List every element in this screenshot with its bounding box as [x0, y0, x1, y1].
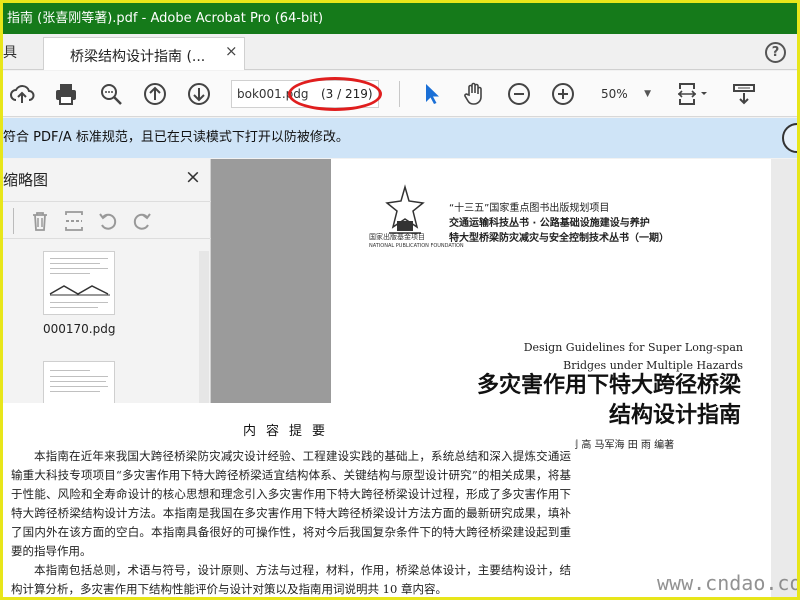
tab-tools[interactable]: 具 — [3, 42, 17, 62]
rotate-right-icon[interactable] — [131, 210, 153, 232]
tab-document[interactable]: 桥梁结构设计指南 (... — [43, 37, 245, 70]
title-bar: 指南 (张喜刚等著).pdf - Adobe Acrobat Pro (64-b… — [3, 3, 797, 34]
fit-page-icon[interactable] — [675, 81, 711, 107]
close-icon[interactable]: × — [185, 166, 201, 188]
zoom-level: 50% — [601, 87, 628, 101]
rotate-left-icon[interactable] — [97, 210, 119, 232]
thumbnails-toolbar — [3, 201, 211, 239]
zoom-search-icon[interactable] — [98, 81, 124, 107]
tab-document-label: 桥梁结构设计指南 (... — [70, 49, 206, 65]
tab-close-icon[interactable]: × — [225, 42, 238, 60]
zoom-out-icon[interactable] — [506, 81, 532, 107]
page-thumbnail[interactable] — [43, 251, 115, 315]
window-title: 指南 (张喜刚等著).pdf - Adobe Acrobat Pro (64-b… — [7, 11, 324, 26]
main-toolbar: bok001.pdg (3 / 219) 50% ▼ — [3, 71, 797, 117]
thumbnails-panel-title: 缩略图 — [3, 171, 49, 189]
chevron-down-icon: ▼ — [644, 89, 651, 99]
thumbnail-label: 000170.pdg — [43, 322, 116, 336]
summary-paragraph-1: 本指南在近年来我国大跨径桥梁防灾减灾设计经验、工程建设实践的基础上，系统总结和深… — [11, 449, 571, 558]
english-title: Design Guidelines for Super Long-span Br… — [523, 341, 743, 372]
publication-foundation-logo — [375, 181, 435, 241]
next-page-icon[interactable] — [186, 81, 212, 107]
zoom-level-select[interactable]: 50% ▼ — [591, 81, 655, 107]
notice-action-button[interactable] — [782, 123, 797, 153]
summary-paragraph-2: 本指南包括总则，术语与符号，设计原则、方法与过程，材料，作用，桥梁总体设计，主要… — [11, 563, 571, 596]
trash-icon[interactable] — [29, 210, 51, 232]
vertical-scrollbar[interactable] — [771, 159, 797, 597]
content-summary-overlay: 内容提要 本指南在近年来我国大跨径桥梁防灾减灾设计经验、工程建设实践的基础上，系… — [3, 403, 575, 597]
acrobat-window: 指南 (张喜刚等著).pdf - Adobe Acrobat Pro (64-b… — [0, 0, 800, 600]
tab-bar: 具 桥梁结构设计指南 (... × ? — [3, 34, 797, 70]
series-info: “十三五”国家重点图书出版规划项目 交通运输科技丛书 · 公路基础设施建设与养护… — [449, 203, 669, 244]
highlight-ellipse — [288, 77, 382, 111]
print-icon[interactable] — [53, 81, 79, 107]
site-watermark: www.cndao.com — [657, 571, 800, 595]
upload-cloud-icon[interactable] — [9, 81, 35, 107]
scroll-mode-icon[interactable] — [731, 81, 757, 107]
hand-tool-icon[interactable] — [461, 81, 487, 107]
select-cursor-icon[interactable] — [419, 81, 445, 107]
toolbar-divider — [399, 81, 400, 107]
help-icon[interactable]: ? — [765, 42, 786, 63]
pdfa-notice-bar: 符合 PDF/A 标准规范，且已在只读模式下打开以防被修改。 — [3, 118, 797, 158]
insert-page-icon[interactable] — [63, 210, 85, 232]
previous-page-icon[interactable] — [142, 81, 168, 107]
pdfa-notice-text: 符合 PDF/A 标准规范，且已在只读模式下打开以防被修改。 — [3, 130, 349, 145]
summary-heading: 内容提要 — [242, 424, 335, 439]
zoom-in-icon[interactable] — [550, 81, 576, 107]
